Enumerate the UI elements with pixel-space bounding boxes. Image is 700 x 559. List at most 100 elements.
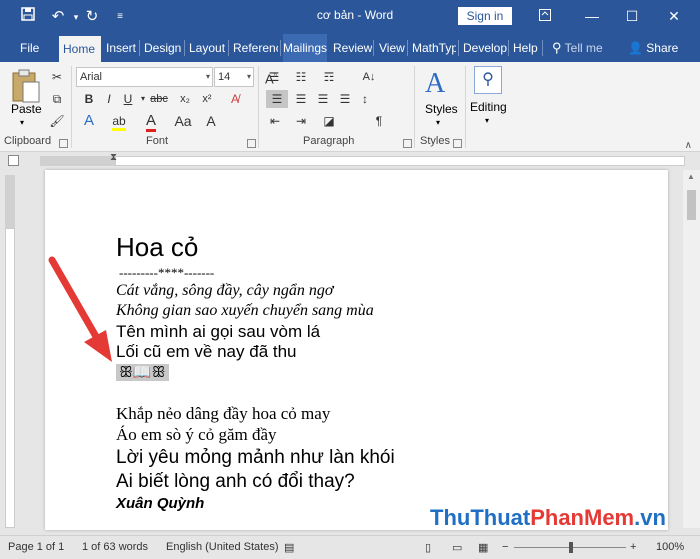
poem-line: Khắp nẻo dâng đầy hoa cỏ may: [116, 404, 331, 423]
tab-selector[interactable]: [8, 155, 19, 166]
styles-gallery-icon[interactable]: A: [425, 68, 455, 99]
format-painter-icon[interactable]: 🖌: [48, 112, 66, 130]
align-center-icon[interactable]: ☰: [292, 90, 310, 108]
indent-marker[interactable]: ⧗: [110, 152, 117, 163]
tab-mathtype[interactable]: MathTyp: [412, 34, 456, 62]
tab-design[interactable]: Design: [144, 34, 181, 62]
tab-view[interactable]: View: [379, 34, 405, 62]
tab-insert[interactable]: Insert: [106, 34, 136, 62]
poem-line: Áo em sò ý cỏ găm đầy: [116, 425, 277, 444]
font-color-icon[interactable]: A: [142, 112, 160, 132]
font-launcher-icon[interactable]: [247, 139, 256, 148]
paragraph-launcher-icon[interactable]: [403, 139, 412, 148]
vertical-ruler: [0, 170, 18, 528]
person-icon: 👤: [628, 41, 643, 55]
cut-icon[interactable]: ✂: [48, 68, 66, 86]
increase-indent-icon[interactable]: ⇥: [292, 112, 310, 130]
paste-dropdown-icon[interactable]: ▾: [20, 118, 24, 127]
title-bar: ↶ ▾ ↻ ≡ cơ bản - Word Sign in — ☐ ✕: [0, 0, 700, 34]
poem-line: Ai biết lòng anh có đổi thay?: [116, 471, 355, 492]
editing-dropdown-icon[interactable]: ▾: [485, 116, 489, 125]
proofing-icon[interactable]: ▤: [284, 541, 294, 554]
show-formatting-icon[interactable]: ¶: [370, 112, 388, 130]
tab-layout[interactable]: Layout: [189, 34, 225, 62]
superscript-icon[interactable]: x²: [198, 90, 216, 108]
editing-button-label[interactable]: Editing: [470, 100, 507, 114]
scroll-thumb[interactable]: [687, 190, 696, 220]
text-effects-icon[interactable]: A: [80, 112, 98, 130]
shading-icon[interactable]: ◪: [320, 112, 338, 130]
maximize-button[interactable]: ☐: [618, 5, 646, 27]
align-left-icon[interactable]: ☰: [266, 90, 288, 108]
clear-formatting-icon[interactable]: A̸: [226, 90, 244, 108]
sign-in-button[interactable]: Sign in: [458, 7, 512, 25]
ribbon-display-options-icon[interactable]: [531, 5, 559, 27]
language-status[interactable]: English (United States): [166, 541, 279, 553]
tab-review[interactable]: Review: [333, 34, 372, 62]
scroll-up-icon[interactable]: ▲: [687, 172, 695, 181]
status-bar: Page 1 of 1 1 of 63 words English (Unite…: [0, 535, 700, 559]
find-icon[interactable]: ⚲: [474, 66, 502, 94]
minimize-button[interactable]: —: [578, 5, 606, 27]
change-case-icon[interactable]: Aa: [174, 112, 192, 130]
print-layout-icon[interactable]: ▭: [452, 541, 462, 554]
save-icon[interactable]: [18, 7, 38, 27]
poem-line: Cát vắng, sông đầy, cây ngẩn ngơ: [116, 282, 334, 299]
tab-help[interactable]: Help: [513, 34, 538, 62]
tab-references[interactable]: Referenc: [233, 34, 278, 62]
paste-label[interactable]: Paste: [11, 102, 42, 116]
multilevel-list-icon[interactable]: ☶: [320, 68, 338, 86]
ribbon-tabs: File Home Insert Design Layout Referenc …: [0, 34, 700, 62]
font-group-label: Font: [146, 135, 169, 147]
highlight-color-icon[interactable]: ab: [110, 112, 128, 131]
zoom-in-icon[interactable]: +: [630, 541, 636, 553]
tab-developer[interactable]: Develop: [463, 34, 507, 62]
lightbulb-icon: ⚲: [552, 40, 562, 55]
page-count[interactable]: Page 1 of 1: [8, 541, 64, 553]
bold-icon[interactable]: B: [80, 90, 98, 108]
redo-icon[interactable]: ↻: [82, 7, 102, 27]
web-layout-icon[interactable]: ▦: [478, 541, 488, 554]
zoom-slider-thumb[interactable]: [569, 542, 573, 553]
tell-me-search[interactable]: ⚲ Tell me: [552, 34, 603, 62]
read-mode-icon[interactable]: ▯: [425, 541, 431, 554]
italic-icon[interactable]: I: [100, 90, 118, 108]
collapse-ribbon-icon[interactable]: ∧: [685, 140, 692, 151]
justify-icon[interactable]: ☰: [336, 90, 354, 108]
numbering-icon[interactable]: ☷: [292, 68, 310, 86]
window-title: cơ bản - Word: [316, 8, 394, 22]
poem-line: Lối cũ em về nay đã thu: [116, 342, 297, 361]
decrease-indent-icon[interactable]: ⇤: [266, 112, 284, 130]
vertical-scrollbar[interactable]: ▲: [683, 170, 700, 528]
font-name-combo[interactable]: Arial ▾: [76, 67, 213, 87]
separator-line: ---------****-------: [119, 265, 215, 280]
copy-icon[interactable]: ⧉: [48, 90, 66, 108]
undo-icon[interactable]: ↶: [48, 7, 68, 27]
subscript-icon[interactable]: x₂: [176, 90, 194, 108]
font-size-combo[interactable]: 14 ▾: [214, 67, 254, 87]
align-right-icon[interactable]: ☰: [314, 90, 332, 108]
styles-launcher-icon[interactable]: [453, 139, 462, 148]
red-arrow-annotation: [48, 256, 112, 362]
bullets-icon[interactable]: ☰: [265, 68, 283, 86]
word-count[interactable]: 1 of 63 words: [82, 541, 148, 553]
share-button[interactable]: 👤 Share: [628, 34, 678, 62]
character-border-icon[interactable]: A: [202, 112, 220, 130]
styles-button-label[interactable]: Styles: [425, 102, 458, 116]
poem-line: Tên mình ai gọi sau vòm lá: [116, 322, 321, 341]
tab-file[interactable]: File: [20, 34, 39, 62]
tab-mailings[interactable]: Mailings: [283, 34, 327, 62]
zoom-level[interactable]: 100%: [656, 541, 684, 553]
sort-icon[interactable]: A↓: [360, 68, 378, 86]
styles-dropdown-icon[interactable]: ▾: [436, 118, 440, 127]
tab-home[interactable]: Home: [59, 36, 101, 62]
customize-qat-icon[interactable]: ≡: [110, 7, 130, 27]
strikethrough-icon[interactable]: abc: [150, 90, 168, 108]
horizontal-ruler[interactable]: ⧗: [0, 152, 700, 170]
close-button[interactable]: ✕: [660, 5, 688, 27]
zoom-out-icon[interactable]: −: [502, 541, 508, 553]
clipboard-launcher-icon[interactable]: [59, 139, 68, 148]
paragraph-group-label: Paragraph: [303, 135, 355, 147]
poem-line: Lời yêu mỏng mảnh như làn khói: [116, 447, 395, 468]
line-spacing-icon[interactable]: ↕: [356, 90, 374, 108]
